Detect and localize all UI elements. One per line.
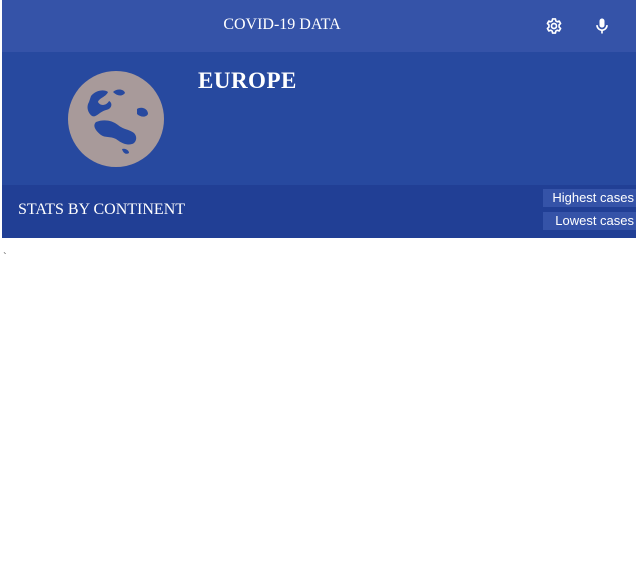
region-hero: EUROPE	[2, 52, 636, 185]
highest-cases-button[interactable]: Highest cases	[543, 189, 636, 207]
gear-icon[interactable]	[544, 16, 564, 36]
app-title: COVID-19 DATA	[223, 16, 341, 33]
region-title: EUROPE	[198, 68, 297, 93]
globe-icon	[68, 71, 164, 167]
stray-backtick-text: `	[3, 251, 7, 263]
app-container: COVID-19 DATA EUROPE STATS BY CONTINENT …	[2, 0, 636, 238]
lowest-cases-button[interactable]: Lowest cases	[543, 212, 636, 230]
stats-section-label: STATS BY CONTINENT	[18, 201, 186, 218]
stats-toolbar: STATS BY CONTINENT Highest cases Lowest …	[2, 185, 636, 238]
microphone-icon[interactable]	[592, 16, 612, 36]
top-app-bar: COVID-19 DATA	[2, 0, 636, 52]
